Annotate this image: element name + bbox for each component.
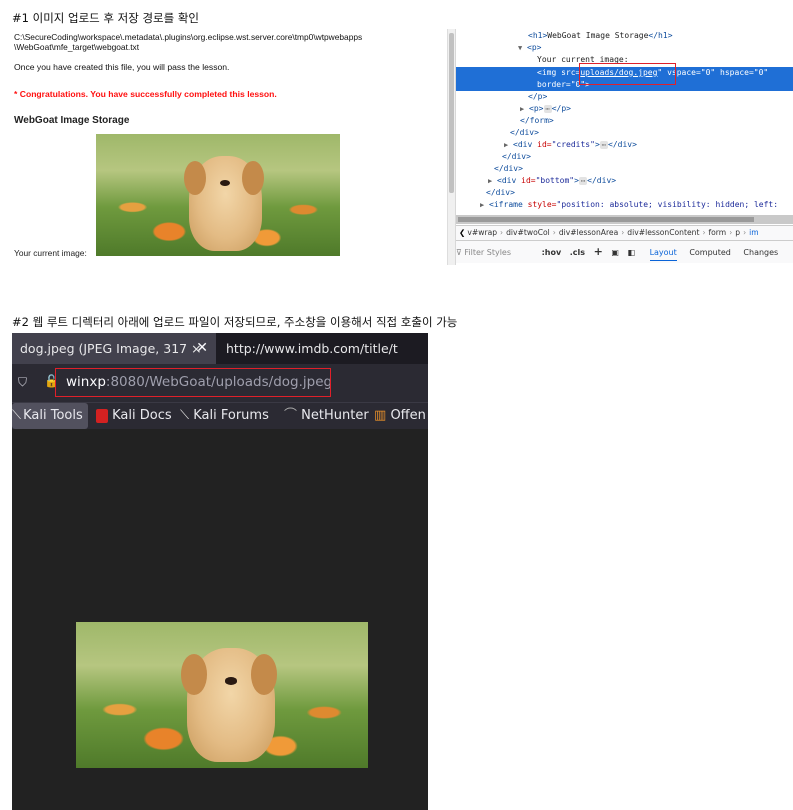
dom-close-p: </p> (528, 92, 548, 101)
image-viewer-content (12, 429, 428, 810)
hov-button[interactable]: :hov (542, 248, 562, 257)
breadcrumb-item[interactable]: div#twoCol (506, 228, 550, 237)
kali-docs-icon (96, 408, 108, 423)
dom-node-iframe[interactable]: ▶ <iframe style="position: absolute; vis… (480, 199, 778, 211)
scrollbar-thumb[interactable] (449, 33, 454, 193)
offsec-icon: ▥ (374, 408, 387, 423)
bookmark-kali-tools[interactable]: ⟍ Kali Tools (12, 403, 88, 429)
dog-nose (224, 677, 237, 685)
collapse-triangle-icon[interactable]: ▶ (520, 105, 524, 113)
breadcrumb-item[interactable]: p (735, 228, 740, 237)
vertical-scrollbar[interactable] (448, 29, 456, 265)
dom-close-div-4: </div> (486, 188, 515, 197)
kali-dragon-icon: ⟍ (12, 408, 22, 423)
instruction-text: Once you have created this file, you wil… (14, 62, 230, 72)
current-image-label: Your current image: (14, 248, 87, 258)
tab-dog-jpeg[interactable]: dog.jpeg (JPEG Image, 317 × ✕ (12, 333, 216, 364)
dog-jpeg-image[interactable] (76, 622, 368, 768)
path-line-2: \WebGoat\mfe_target\webgoat.txt (14, 42, 140, 52)
horizontal-scrollbar[interactable] (456, 215, 793, 224)
horizontal-scrollbar-thumb[interactable] (458, 217, 754, 222)
tab-bar: dog.jpeg (JPEG Image, 317 × ✕ http://www… (12, 333, 428, 364)
target-file-path: C:\SecureCoding\workspace\.metadata\.plu… (14, 32, 362, 52)
bookmark-nethunter[interactable]: ⌒ NetHunter (284, 403, 369, 429)
expand-triangle-icon[interactable]: ▼ (518, 44, 522, 52)
bookmark-kali-docs[interactable]: Kali Docs (96, 403, 172, 429)
congrats-message: * Congratulations. You have successfully… (14, 89, 277, 99)
breadcrumb-item[interactable]: im (749, 228, 759, 237)
dog-ear-left (183, 160, 206, 195)
devtools-inspector: <h1>WebGoat Image Storage</h1> ▼ <p> You… (447, 29, 793, 265)
dom-node-p-collapsed[interactable]: ▶ <p> ⋯ </p> (520, 103, 571, 115)
dom-node-p[interactable]: ▼ <p> (518, 42, 542, 54)
uploaded-dog-image (96, 134, 340, 256)
dom-close-form: </form> (520, 116, 554, 125)
collapse-triangle-icon[interactable]: ▶ (504, 141, 508, 149)
section1-heading: #1 이미지 업로드 후 저장 경로를 확인 (12, 11, 200, 25)
tab-computed[interactable]: Computed (689, 248, 731, 257)
dom-node-h1[interactable]: <h1>WebGoat Image Storage</h1> (528, 30, 673, 42)
collapse-triangle-icon[interactable]: ▶ (480, 201, 484, 209)
annotation-box-img-src (579, 63, 676, 85)
tab-layout[interactable]: Layout (649, 248, 677, 261)
section2-heading: #2 웹 루트 디렉터리 아래에 업로드 파일이 저장되므로, 주소창을 이용해… (12, 315, 458, 329)
kali-dragon-icon: ⟍ (180, 408, 190, 423)
breadcrumb-back-icon[interactable]: ❮ (459, 228, 465, 237)
breadcrumb-item[interactable]: div#lessonArea (559, 228, 618, 237)
breadcrumb: ❮ v#wrap › div#twoCol › div#lessonArea › div#le… (456, 225, 793, 241)
firefox-window: dog.jpeg (JPEG Image, 317 × ✕ http://www… (12, 333, 428, 810)
tab-title: http://www.imdb.com/title/t (226, 341, 398, 356)
dom-close-div: </div> (510, 128, 539, 137)
bookmark-kali-forums[interactable]: ⟍ Kali Forums (180, 403, 269, 429)
tab-imdb[interactable]: http://www.imdb.com/title/t (220, 333, 428, 364)
breadcrumb-item[interactable]: v#wrap (467, 228, 497, 237)
collapse-triangle-icon[interactable]: ▶ (488, 177, 492, 185)
tab-changes[interactable]: Changes (743, 248, 778, 257)
dom-close-div-3: </div> (494, 164, 523, 173)
address-bar[interactable]: ⛉ 🔓 winxp:8080/WebGoat/uploads/dog.jpeg (12, 364, 428, 402)
breadcrumb-item[interactable]: form (708, 228, 726, 237)
webgoat-page: C:\SecureCoding\workspace\.metadata\.plu… (12, 30, 362, 266)
dom-node-bottom[interactable]: ▶ <div id="bottom"> ⋯ </div> (488, 175, 616, 187)
tab-title: dog.jpeg (JPEG Image, 317 × (20, 341, 202, 356)
print-media-icon[interactable]: ▣ (611, 248, 619, 257)
image-storage-title: WebGoat Image Storage (14, 115, 130, 126)
dom-node-credits[interactable]: ▶ <div id="credits"> ⋯ </div> (504, 139, 637, 151)
annotation-box-url (55, 368, 331, 397)
nethunter-icon: ⌒ (284, 408, 298, 423)
styles-toolbar: ⊽ Filter Styles :hov .cls + ▣ ◧ Layout C… (456, 241, 793, 263)
add-rule-button[interactable]: + (594, 245, 603, 258)
breadcrumb-item[interactable]: div#lessonContent (627, 228, 699, 237)
filter-styles-input[interactable]: ⊽ Filter Styles (456, 248, 517, 257)
cls-button[interactable]: .cls (570, 248, 585, 257)
bookmark-offensive[interactable]: ▥ Offen (374, 403, 426, 429)
path-line-1: C:\SecureCoding\workspace\.metadata\.plu… (14, 32, 363, 42)
bookmarks-toolbar: ⟍ Kali Tools Kali Docs ⟍ Kali Forums ⌒ Ne… (12, 402, 428, 429)
close-tab-icon[interactable]: ✕ (196, 333, 208, 364)
sidebar-toggle-icon[interactable]: ◧ (627, 248, 635, 257)
tracking-shield-icon[interactable]: ⛉ (18, 375, 27, 390)
dom-close-div-2: </div> (502, 152, 531, 161)
